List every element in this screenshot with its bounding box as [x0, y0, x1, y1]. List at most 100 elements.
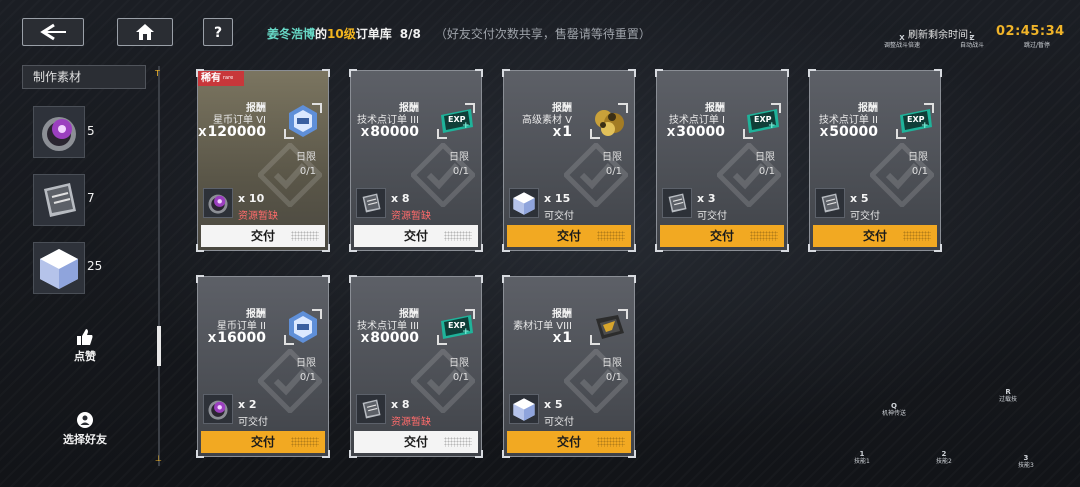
button-pattern: [291, 231, 319, 241]
button-pattern: [597, 437, 625, 447]
card-corner: [196, 275, 204, 283]
scrollbar-thumb[interactable]: [157, 326, 161, 366]
order-card[interactable]: 报酬 星币订单 II X16000 日限 0/1 x 2 可交付 交付: [196, 275, 330, 458]
required-quantity: x 10: [238, 192, 265, 205]
reward-quantity: X80000: [361, 330, 419, 346]
back-button[interactable]: [22, 18, 84, 46]
card-corner: [502, 275, 510, 283]
hotkey-key: 2: [941, 450, 947, 458]
deliver-button[interactable]: 交付: [507, 225, 631, 247]
order-card[interactable]: 报酬 素材订单 VIII X1 日限 0/1 x 5 可交付 交付: [502, 275, 636, 458]
daily-limit-value: 0/1: [758, 166, 775, 177]
hotkey-label: 过载技: [999, 396, 1018, 403]
hotkey-skip[interactable]: 跳过/暂停: [1024, 42, 1050, 50]
metal-plate-icon: [356, 188, 386, 218]
exp-ticket-icon: EXP +: [435, 307, 477, 347]
requirement-status: 资源暂缺: [391, 417, 431, 428]
required-quantity: x 3: [697, 192, 716, 205]
reward-quantity-value: 1: [562, 124, 572, 140]
deliver-button[interactable]: 交付: [813, 225, 937, 247]
hotkey-skill-2[interactable]: 2 技能2: [936, 450, 952, 466]
select-friend-button[interactable]: 选择好友: [55, 411, 115, 447]
crystal-cube-icon: [509, 394, 539, 424]
exp-ticket-icon: EXP +: [741, 101, 783, 141]
svg-text:+: +: [921, 121, 929, 131]
daily-limit: 日限 0/1: [449, 357, 469, 385]
daily-limit-label: 日限: [602, 152, 622, 163]
requirement-status: 可交付: [544, 417, 574, 428]
deliver-button[interactable]: 交付: [354, 431, 478, 453]
purple-orb-icon: [203, 394, 233, 424]
daily-limit-value: 0/1: [299, 372, 316, 383]
metal-plate-icon: [44, 183, 76, 217]
daily-limit: 日限 0/1: [755, 151, 775, 179]
material-slot-purple-orb[interactable]: [33, 106, 85, 158]
help-button[interactable]: ?: [203, 18, 233, 46]
required-quantity: x 5: [544, 398, 563, 411]
deliver-button[interactable]: 交付: [201, 225, 325, 247]
hotkey-skill-3[interactable]: 3 技能3: [1018, 454, 1034, 470]
daily-limit-value: 0/1: [911, 166, 928, 177]
home-icon: [136, 24, 154, 40]
hotkey-label: 调整战斗倍速: [884, 42, 921, 49]
multiply-sign: X: [666, 126, 676, 139]
daily-limit-label: 日限: [908, 152, 928, 163]
star-coin-icon: [282, 101, 324, 141]
card-corner: [349, 69, 357, 77]
hotkey-auto-battle[interactable]: Z 自动战斗: [960, 34, 984, 50]
rare-badge: 稀有 rare: [198, 71, 244, 86]
purple-orb-icon: [203, 188, 233, 218]
hotkey-teleport[interactable]: Q 机神传送: [882, 402, 906, 418]
deliver-button[interactable]: 交付: [660, 225, 784, 247]
svg-text:+: +: [462, 121, 470, 131]
multiply-sign: X: [360, 332, 370, 345]
deliver-label: 交付: [403, 435, 428, 449]
daily-limit: 日限 0/1: [296, 357, 316, 385]
order-card[interactable]: 报酬 技术点订单 III X80000 EXP + 日限 0/1 x 8 资源暂缺 交付: [349, 275, 483, 458]
hotkey-speed[interactable]: X 调整战斗倍速: [884, 34, 920, 50]
card-corner: [934, 69, 942, 77]
hotkey-label: 跳过/暂停: [1024, 42, 1051, 49]
deliver-button[interactable]: 交付: [507, 431, 631, 453]
multiply-sign: X: [360, 126, 370, 139]
reward-quantity: X1: [553, 330, 572, 346]
material-slot-crystal-cube[interactable]: [33, 242, 85, 294]
metal-plate-icon: [815, 188, 845, 218]
question-mark-icon: ?: [214, 25, 222, 41]
hotkey-label: 技能3: [1018, 462, 1034, 469]
svg-text:+: +: [768, 121, 776, 131]
title-count: 8/8: [399, 27, 421, 41]
order-card[interactable]: 报酬 技术点订单 II X50000 EXP + 日限 0/1 x 5 可交付 交付: [808, 69, 942, 252]
like-button[interactable]: 点赞: [55, 328, 115, 364]
daily-limit: 日限 0/1: [602, 357, 622, 385]
card-corner: [475, 69, 483, 77]
deliver-button[interactable]: 交付: [354, 225, 478, 247]
order-card[interactable]: 稀有 rare 报酬 星币订单 VI X120000 日限 0/1 x 10 资源暂缺 交付: [196, 69, 330, 252]
deliver-button[interactable]: 交付: [201, 431, 325, 453]
scroll-bottom-mark: ⊥: [155, 454, 162, 463]
svg-text:+: +: [462, 327, 470, 337]
hotkey-skill-1[interactable]: 1 技能1: [854, 450, 870, 466]
title-suffix: 订单库: [355, 27, 392, 41]
card-corner: [628, 275, 636, 283]
order-card[interactable]: 报酬 高级素材 V X1 日限 0/1 x 15 可交付 交付: [502, 69, 636, 252]
material-slot-metal-plate[interactable]: [33, 174, 85, 226]
reward-quantity-value: 120000: [207, 124, 266, 140]
scrollbar-track[interactable]: [158, 66, 160, 466]
button-pattern: [444, 231, 472, 241]
requirement-status: 可交付: [850, 211, 880, 222]
exp-ticket-icon: EXP +: [435, 101, 477, 141]
deliver-label: 交付: [862, 229, 887, 243]
order-card[interactable]: 报酬 技术点订单 III X80000 EXP + 日限 0/1 x 8 资源暂缺 交付: [349, 69, 483, 252]
reward-quantity: X30000: [667, 124, 725, 140]
order-card[interactable]: 报酬 技术点订单 I X30000 EXP + 日限 0/1 x 3 可交付 交付: [655, 69, 789, 252]
hotkey-overload[interactable]: R 过载技: [999, 388, 1017, 404]
material-count: 7: [87, 191, 95, 205]
deliver-label: 交付: [709, 229, 734, 243]
home-button[interactable]: [117, 18, 173, 46]
multiply-sign: X: [552, 332, 562, 345]
card-corner: [349, 275, 357, 283]
deliver-label: 交付: [403, 229, 428, 243]
card-corner: [322, 69, 330, 77]
requirement-status: 可交付: [238, 417, 268, 428]
